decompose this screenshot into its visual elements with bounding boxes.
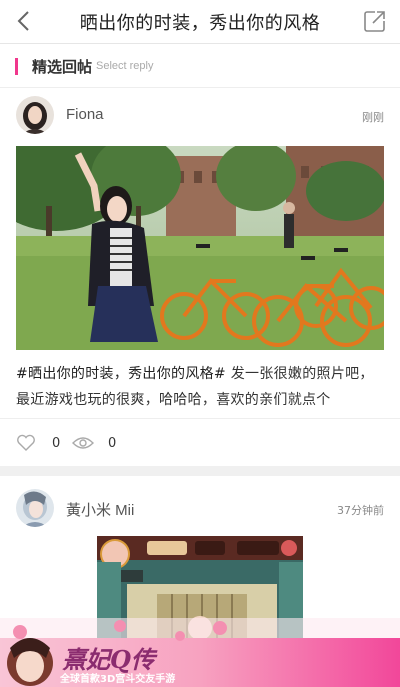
chevron-left-icon bbox=[17, 11, 29, 31]
view-count: 0 bbox=[108, 435, 117, 451]
divider bbox=[0, 418, 400, 419]
share-icon bbox=[364, 11, 385, 32]
view-count-group: 0 bbox=[72, 433, 116, 453]
like-count: 0 bbox=[52, 435, 61, 451]
ad-slogan: 全球首款3D宫斗交友手游 bbox=[60, 674, 176, 685]
post-content[interactable]: #晒出你的时装，秀出你的风格# 发一张很嫩的照片吧，最近游戏也玩的很爽，哈哈哈，… bbox=[16, 361, 388, 413]
ad-banner[interactable]: 熹妃Q传 全球首款3D宫斗交友手游 bbox=[0, 618, 400, 687]
post-topic-tag[interactable]: #晒出你的时装，秀出你的风格# bbox=[16, 366, 226, 382]
post-time: 刚刚 bbox=[362, 111, 384, 124]
avatar-image bbox=[16, 96, 54, 134]
avatar[interactable] bbox=[16, 96, 54, 134]
top-nav-bar: 晒出你的时装，秀出你的风格 bbox=[0, 0, 400, 44]
eye-icon bbox=[72, 437, 94, 449]
post-username[interactable]: Fiona bbox=[66, 106, 104, 123]
post-detail-page: 晒出你的时装，秀出你的风格 精选回帖 Select reply Fiona 刚刚 bbox=[0, 0, 400, 687]
post-time: 37分钟前 bbox=[337, 504, 384, 517]
divider bbox=[0, 87, 400, 88]
avatar[interactable] bbox=[16, 489, 54, 527]
share-button[interactable] bbox=[362, 8, 388, 34]
section-subtitle: Select reply bbox=[96, 60, 154, 72]
back-button[interactable] bbox=[10, 6, 40, 36]
avatar-image bbox=[16, 489, 54, 527]
page-title: 晒出你的时装，秀出你的风格 bbox=[79, 13, 321, 34]
like-button[interactable]: 0 bbox=[16, 433, 60, 453]
selected-replies-header: 精选回帖 Select reply bbox=[0, 45, 400, 87]
post-username[interactable]: 黃小米 Mii bbox=[66, 499, 134, 520]
heart-icon bbox=[17, 434, 35, 451]
section-title: 精选回帖 bbox=[32, 58, 93, 76]
section-separator bbox=[0, 466, 400, 476]
section-accent-bar bbox=[15, 58, 18, 75]
post-photo[interactable] bbox=[16, 146, 384, 350]
